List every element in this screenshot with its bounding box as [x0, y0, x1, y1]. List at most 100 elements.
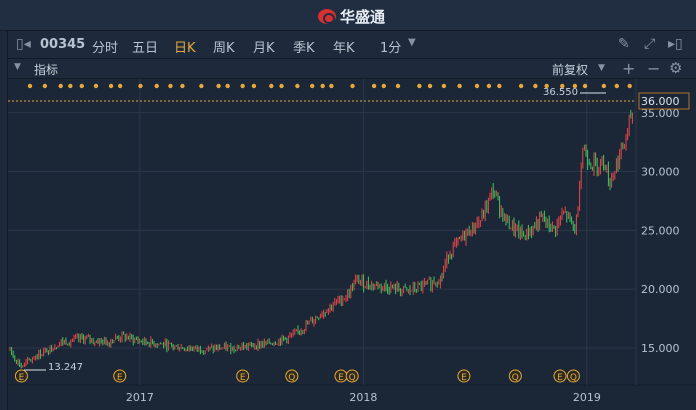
event-marker-q: [345, 369, 359, 383]
signal-dot: [427, 83, 433, 89]
signal-dot: [225, 83, 230, 89]
signal-dot: [68, 83, 73, 89]
title-bar: 华盛通: [0, 0, 696, 31]
signal-dot: [474, 83, 480, 89]
signal-dot: [27, 83, 33, 89]
adjust-select[interactable]: 前复权: [552, 61, 588, 78]
current-price-box: [638, 92, 690, 110]
event-marker-e: [334, 369, 348, 383]
signal-dot: [350, 83, 355, 89]
high-label: 36.550: [543, 87, 578, 98]
signal-dot: [381, 83, 386, 89]
tab-five-day[interactable]: 五日: [132, 37, 158, 56]
tab-day-k[interactable]: 日K: [174, 37, 196, 56]
signal-dot: [180, 83, 185, 89]
left-panel-edge: [0, 31, 8, 410]
signal-dot: [533, 83, 538, 89]
signal-dot: [58, 83, 63, 89]
event-marker-e: [553, 369, 567, 383]
event-marker-q: [508, 369, 522, 383]
signal-dot: [544, 83, 549, 89]
tab-quarter-k[interactable]: 季K: [293, 37, 315, 56]
signal-dot: [269, 83, 274, 89]
signal-dot: [240, 83, 245, 89]
signal-dot: [199, 83, 204, 89]
event-marker-e: [457, 369, 471, 383]
tab-month-k[interactable]: 月K: [253, 37, 275, 56]
current-price-label: 36.000: [641, 95, 680, 108]
event-label: E: [461, 373, 467, 383]
signal-dot: [614, 83, 620, 89]
event-label: E: [338, 373, 344, 383]
tab-year-k[interactable]: 年K: [333, 37, 355, 56]
signal-dot: [79, 83, 84, 89]
signal-dot: [518, 83, 524, 89]
event-marker-e: [113, 369, 127, 383]
app-logo: 华盛通: [318, 6, 385, 27]
event-label: Q: [349, 373, 356, 383]
signal-dot: [108, 83, 114, 89]
event-label: E: [557, 373, 563, 383]
signal-dot: [441, 83, 447, 89]
indicator-label[interactable]: 指标: [34, 61, 58, 78]
tab-fenshi[interactable]: 分时: [92, 37, 118, 56]
signal-dot: [371, 83, 377, 89]
event-label: E: [240, 373, 246, 383]
signal-dot: [168, 83, 173, 89]
signal-dot: [582, 83, 588, 89]
signal-dot: [279, 83, 284, 89]
signal-dot: [295, 83, 300, 89]
event-label: E: [19, 373, 25, 383]
signal-dot: [138, 83, 143, 89]
y-tick-label: 35.000: [641, 107, 680, 120]
signal-dot: [627, 83, 632, 89]
event-label: Q: [570, 373, 577, 383]
chart-toolbar: ▯◂ 00345 分时 五日 日K 周K 月K 季K 年K 1分 ▼ ✎ ⤢ ▸…: [8, 31, 696, 59]
app-title: 华盛通: [340, 8, 386, 26]
signal-dot: [497, 83, 502, 89]
stock-code: 00345: [40, 37, 86, 52]
indicator-toggle-icon[interactable]: ▼: [14, 62, 21, 72]
tab-week-k[interactable]: 周K: [213, 37, 235, 56]
chevron-down-icon[interactable]: ▼: [408, 37, 416, 48]
y-tick-label: 25.000: [641, 224, 680, 237]
event-marker-q: [285, 369, 299, 383]
signal-dot: [417, 83, 422, 89]
signal-dot: [572, 83, 578, 89]
signal-dot: [42, 83, 48, 89]
pencil-icon[interactable]: ✎: [618, 36, 630, 52]
signal-dot: [395, 83, 401, 89]
y-tick-label: 15.000: [641, 342, 680, 355]
y-tick-label: 30.000: [641, 166, 680, 179]
signal-dot: [154, 83, 159, 89]
chevron-down-icon[interactable]: ▼: [598, 63, 605, 73]
logo-icon: [318, 9, 336, 24]
event-label: E: [117, 373, 123, 383]
event-label: Q: [512, 373, 519, 383]
signal-dot: [486, 83, 492, 89]
collapse-right-icon[interactable]: ▸▯: [668, 36, 683, 52]
signal-dot: [329, 83, 334, 89]
signal-dot: [601, 83, 607, 89]
signal-dot: [251, 83, 257, 89]
fullscreen-icon[interactable]: ⤢: [644, 36, 655, 52]
indicator-bar: ▼ 指标 前复权 ▼ + − ⚙: [8, 59, 696, 79]
signal-dot: [310, 83, 315, 89]
x-tick-label: 2019: [573, 391, 601, 404]
x-tick-label: 2018: [349, 391, 377, 404]
interval-select[interactable]: 1分: [380, 37, 401, 56]
event-marker-e: [14, 369, 28, 383]
signal-dot: [457, 83, 462, 89]
event-label: Q: [288, 373, 295, 383]
x-tick-label: 2017: [126, 391, 154, 404]
signal-dot: [93, 83, 99, 89]
settings-gear-icon[interactable]: ⚙: [669, 59, 682, 77]
y-tick-label: 20.000: [641, 283, 680, 296]
zoom-in-icon[interactable]: +: [622, 59, 635, 78]
signal-dot: [320, 83, 325, 89]
low-label: 13.247: [48, 362, 83, 373]
signal-dot: [117, 83, 123, 89]
signal-dot: [216, 83, 221, 89]
collapse-left-icon[interactable]: ▯◂: [16, 36, 31, 52]
zoom-out-icon[interactable]: −: [647, 59, 660, 78]
